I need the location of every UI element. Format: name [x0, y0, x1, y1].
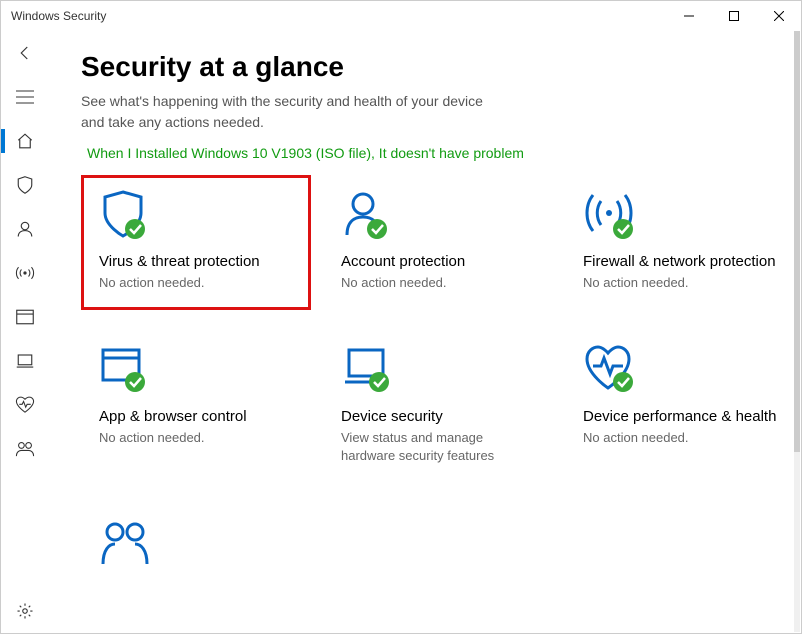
tile-status: No action needed. [99, 429, 293, 447]
scroll-thumb[interactable] [794, 31, 800, 452]
nav-family-options[interactable] [1, 427, 49, 471]
tile-status: No action needed. [99, 274, 293, 292]
maximize-button[interactable] [711, 1, 756, 31]
tile-status: No action needed. [583, 274, 777, 292]
tile-device-performance[interactable]: Device performance & health No action ne… [565, 330, 795, 483]
signal-icon [583, 187, 777, 243]
tile-title: App & browser control [99, 408, 293, 425]
nav-firewall[interactable] [1, 251, 49, 295]
menu-button[interactable] [1, 75, 49, 119]
nav-virus-threat[interactable] [1, 163, 49, 207]
tile-account-protection[interactable]: Account protection No action needed. [323, 175, 553, 310]
window-icon [99, 342, 293, 398]
family-icon [99, 516, 293, 572]
sidebar [1, 31, 49, 633]
minimize-button[interactable] [666, 1, 711, 31]
titlebar: Windows Security [1, 1, 801, 31]
nav-device-performance[interactable] [1, 383, 49, 427]
nav-settings[interactable] [1, 589, 49, 633]
tile-title: Device performance & health [583, 408, 777, 425]
page-title: Security at a glance [81, 51, 781, 83]
annotation-note: When I Installed Windows 10 V1903 (ISO f… [81, 145, 781, 161]
tile-device-security[interactable]: Device security View status and manage h… [323, 330, 553, 483]
tile-title: Firewall & network protection [583, 253, 777, 270]
tiles-grid: Virus & threat protection No action need… [81, 175, 781, 600]
tile-virus-threat[interactable]: Virus & threat protection No action need… [81, 175, 311, 310]
heart-icon [583, 342, 777, 398]
tile-family-options[interactable] [81, 504, 311, 600]
tile-app-browser[interactable]: App & browser control No action needed. [81, 330, 311, 483]
nav-app-browser[interactable] [1, 295, 49, 339]
nav-home[interactable] [1, 119, 49, 163]
tile-title: Device security [341, 408, 535, 425]
nav-account-protection[interactable] [1, 207, 49, 251]
tile-status: No action needed. [583, 429, 777, 447]
person-icon [341, 187, 535, 243]
main-content: Security at a glance See what's happenin… [49, 31, 801, 633]
tile-status: No action needed. [341, 274, 535, 292]
tile-firewall[interactable]: Firewall & network protection No action … [565, 175, 795, 310]
tile-title: Virus & threat protection [99, 253, 293, 270]
nav-device-security[interactable] [1, 339, 49, 383]
window-title: Windows Security [11, 9, 106, 23]
tile-status: View status and manage hardware security… [341, 429, 535, 465]
page-subtitle: See what's happening with the security a… [81, 91, 501, 133]
laptop-icon [341, 342, 535, 398]
shield-icon [99, 187, 293, 243]
tile-title: Account protection [341, 253, 535, 270]
close-button[interactable] [756, 1, 801, 31]
back-button[interactable] [1, 31, 49, 75]
scrollbar[interactable] [794, 31, 800, 632]
